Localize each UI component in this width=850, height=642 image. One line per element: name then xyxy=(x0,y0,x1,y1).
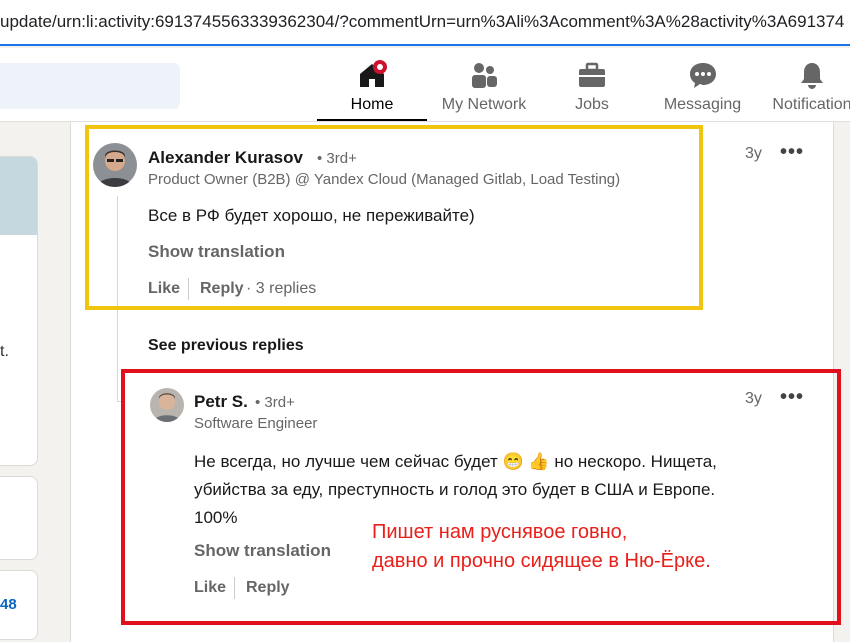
url-text[interactable]: update/urn:li:activity:69137455633393623… xyxy=(0,12,844,32)
browser-url-bar[interactable]: update/urn:li:activity:69137455633393623… xyxy=(0,0,850,46)
nav-messaging-label: Messaging xyxy=(663,96,742,113)
nav-home-label: Home xyxy=(350,96,394,113)
page: { "browser": { "url": "update/urn:li:act… xyxy=(0,0,850,642)
yellow-highlight-box xyxy=(85,125,703,310)
briefcase-icon xyxy=(579,62,605,87)
nav-my-network[interactable]: My Network xyxy=(430,54,538,120)
message-icon xyxy=(689,63,716,88)
red-highlight-box xyxy=(121,369,841,625)
nav-messaging[interactable]: Messaging xyxy=(655,54,750,120)
top-navbar: Home My Network Jobs Messaging Notificat… xyxy=(0,48,850,122)
network-icon xyxy=(472,63,497,88)
profile-card[interactable] xyxy=(0,156,38,466)
more-options-icon[interactable]: ••• xyxy=(780,141,804,164)
nav-home[interactable]: Home xyxy=(317,54,427,120)
nav-jobs[interactable]: Jobs xyxy=(552,54,632,120)
comment-timestamp: 3y xyxy=(745,145,762,162)
left-card[interactable] xyxy=(0,476,38,560)
left-text-fragment: t. xyxy=(0,343,9,360)
nav-notifications[interactable]: Notification xyxy=(762,54,850,120)
profile-banner xyxy=(0,157,37,235)
nav-my-network-label: My Network xyxy=(441,96,527,113)
see-previous-replies-button[interactable]: See previous replies xyxy=(148,337,304,355)
bell-icon xyxy=(801,63,823,89)
search-input[interactable] xyxy=(0,63,180,109)
home-icon xyxy=(360,60,387,87)
nav-jobs-label: Jobs xyxy=(575,96,609,113)
nav-active-indicator xyxy=(317,119,427,121)
left-count-link[interactable]: 48 xyxy=(0,596,17,613)
nav-notifications-label: Notification xyxy=(772,96,850,113)
